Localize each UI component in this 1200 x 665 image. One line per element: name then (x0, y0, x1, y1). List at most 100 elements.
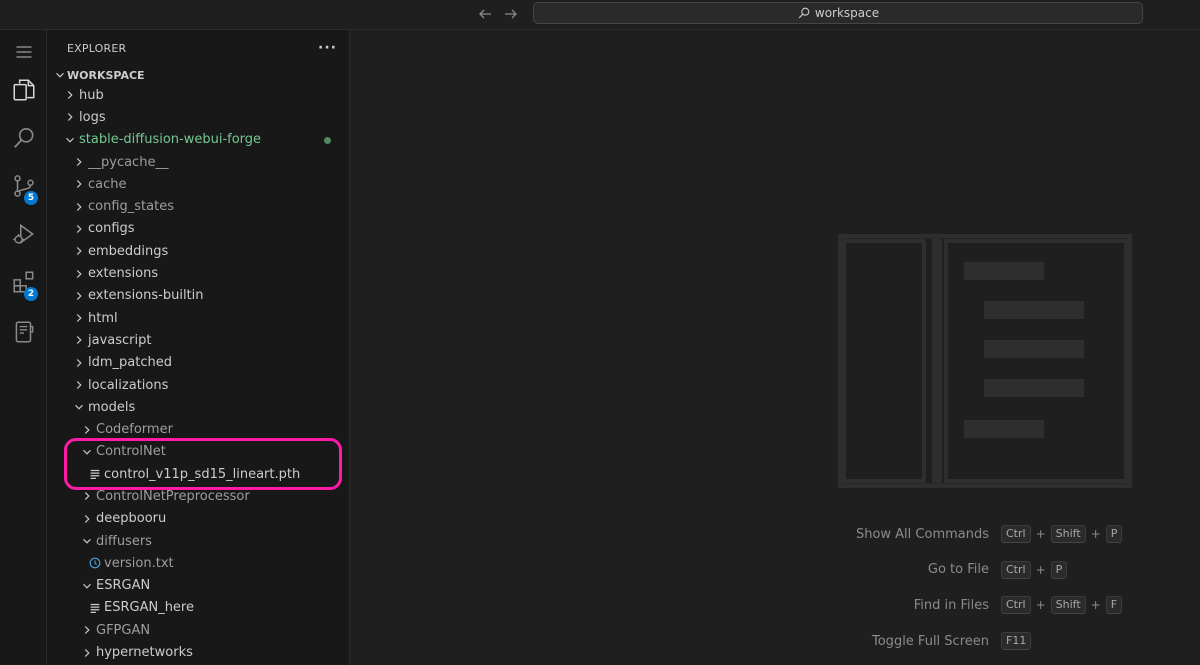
chevron-right-icon (76, 381, 82, 389)
command-center[interactable]: workspace (533, 2, 1143, 24)
chevron-right-icon (76, 180, 82, 189)
workspace-label: WORKSPACE (67, 68, 145, 82)
chevron-right-icon (76, 358, 82, 367)
tree-file[interactable]: version.txt (47, 552, 349, 574)
more-actions-button[interactable]: ··· (318, 40, 337, 56)
forward-button[interactable] (500, 4, 522, 24)
tree-folder[interactable]: localizations (47, 374, 349, 396)
explorer-header: EXPLORER ··· (47, 30, 349, 66)
tree-file[interactable]: control_v11p_sd15_lineart.pth (47, 463, 349, 485)
title-bar: workspace (0, 0, 1200, 30)
tree-folder[interactable]: deepbooru (47, 508, 349, 530)
tree-item-label: cache (88, 176, 127, 192)
activity-extensions[interactable]: 2 (0, 260, 47, 304)
tree-item-label: models (88, 399, 136, 415)
tree-folder[interactable]: diffusers (47, 530, 349, 552)
chevron-right-icon (76, 291, 82, 300)
tree-item-label: html (88, 310, 118, 326)
tree-folder[interactable]: Codeformer (47, 418, 349, 440)
shortcut-hint[interactable]: Find in Files Ctrl + Shift + F (851, 595, 1151, 615)
tree-folder[interactable]: extensions (47, 262, 349, 284)
workspace-section-header[interactable]: WORKSPACE (47, 66, 349, 84)
tree-folder[interactable]: javascript (47, 329, 349, 351)
chevron-down-icon (56, 72, 64, 78)
keybinding: F11 (1001, 632, 1151, 651)
shortcut-label: Go to File (927, 562, 989, 578)
tree-item-label: hypernetworks (96, 645, 193, 661)
tree-folder[interactable]: __pycache__ (47, 151, 349, 173)
chevron-down-icon (83, 538, 91, 544)
activity-notebook[interactable] (0, 310, 47, 354)
tree-folder[interactable]: stable-diffusion-webui-forge (47, 129, 349, 151)
tree-folder[interactable]: cache (47, 173, 349, 195)
key-cap: P (1050, 560, 1068, 579)
chevron-down-icon (83, 449, 91, 455)
tree-item-label: extensions-builtin (88, 288, 204, 304)
keybinding: Ctrl + P (1001, 560, 1151, 579)
tree-folder[interactable]: ControlNet (47, 441, 349, 463)
chevron-right-icon (76, 158, 82, 166)
tree-item-label: GFPGAN (96, 622, 151, 638)
tree-item-label: ldm_patched (88, 355, 172, 371)
search-icon (798, 7, 810, 19)
tree-folder[interactable]: ESRGAN (47, 575, 349, 597)
tree-folder[interactable]: config_states (47, 195, 349, 217)
tree-folder[interactable]: ldm_patched (47, 352, 349, 374)
tree-item-label: logs (79, 109, 106, 125)
extensions-badge: 2 (24, 287, 38, 301)
run-debug-icon (12, 223, 34, 245)
tree-item-label: configs (88, 221, 135, 237)
key-cap: Ctrl (1001, 560, 1031, 579)
tree-folder[interactable]: models (47, 396, 349, 418)
key-plus: + (1035, 598, 1046, 613)
tree-folder[interactable]: logs (47, 106, 349, 128)
tree-item-label: embeddings (88, 243, 169, 259)
tree-folder[interactable]: ControlNetPreprocessor (47, 485, 349, 507)
tree-item-label: ESRGAN_here (104, 600, 194, 616)
activity-search[interactable] (0, 116, 47, 160)
shortcut-hint[interactable]: Go to File Ctrl + P (851, 560, 1151, 580)
tree-folder[interactable]: embeddings (47, 240, 349, 262)
back-button[interactable] (474, 4, 496, 24)
chevron-right-icon (67, 113, 73, 122)
tree-item-label: version.txt (104, 555, 174, 571)
tree-item-label: localizations (88, 377, 169, 393)
tree-folder[interactable]: configs (47, 218, 349, 240)
clock-file-icon (89, 557, 101, 569)
chevron-right-icon (76, 202, 82, 211)
tree-folder[interactable]: extensions-builtin (47, 285, 349, 307)
activity-explorer[interactable] (0, 68, 47, 112)
lines-file-icon (90, 603, 100, 613)
shortcut-hint[interactable]: Toggle Full Screen F11 (851, 631, 1151, 651)
activity-source-control[interactable]: 5 (0, 164, 47, 208)
activity-run-debug[interactable] (0, 212, 47, 256)
chevron-right-icon (84, 425, 90, 434)
tree-file[interactable]: ESRGAN_here (47, 597, 349, 619)
tree-folder[interactable]: GFPGAN (47, 619, 349, 641)
chevron-right-icon (76, 269, 82, 278)
tree-item-label: config_states (88, 199, 174, 215)
file-tree: hub logs stable-diffusion-webui-forge __pyc… (47, 84, 349, 664)
tree-item-label: javascript (88, 332, 152, 348)
lines-file-icon (90, 470, 100, 480)
chevron-right-icon (76, 224, 82, 233)
chevron-right-icon (84, 492, 90, 501)
tree-item-label: ControlNet (96, 444, 166, 460)
chevron-right-icon (76, 314, 82, 323)
source-control-badge: 5 (24, 191, 38, 205)
shortcut-hint[interactable]: Show All Commands Ctrl + Shift + P (851, 524, 1151, 544)
key-plus: + (1090, 598, 1101, 613)
key-cap: Shift (1050, 525, 1086, 543)
tree-folder[interactable]: hub (47, 84, 349, 106)
git-modified-dot (324, 136, 331, 144)
tree-folder[interactable]: hypernetworks (47, 641, 349, 663)
chevron-right-icon (84, 626, 90, 635)
tree-item-label: __pycache__ (88, 154, 169, 170)
arrow-right-icon (505, 9, 517, 19)
tree-item-label: stable-diffusion-webui-forge (79, 132, 262, 148)
tree-folder[interactable]: html (47, 307, 349, 329)
vscode-layout-watermark-icon (838, 234, 1132, 488)
tree-item-label: diffusers (96, 533, 152, 549)
hamburger-menu-icon (16, 46, 31, 58)
tree-item-label: Codeformer (96, 422, 173, 438)
